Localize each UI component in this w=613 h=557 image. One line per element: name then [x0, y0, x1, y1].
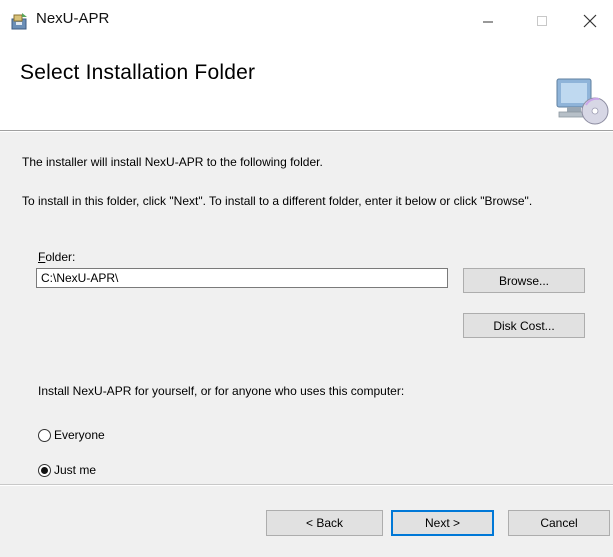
footer-bar: < Back Next > Cancel	[0, 486, 613, 557]
cancel-button[interactable]: Cancel	[508, 510, 610, 536]
maximize-icon[interactable]	[522, 6, 562, 36]
header-banner: Select Installation Folder	[0, 44, 613, 130]
browse-button[interactable]: Browse...	[463, 268, 585, 293]
page-title: Select Installation Folder	[20, 61, 256, 84]
radio-just-me-label: Just me	[54, 463, 97, 477]
instructions-text: To install in this folder, click "Next".…	[22, 194, 533, 208]
content-panel: The installer will install NexU-APR to t…	[0, 132, 613, 484]
radio-circle-checked[interactable]	[38, 463, 51, 477]
close-icon[interactable]	[570, 6, 610, 36]
next-button[interactable]: Next >	[391, 510, 494, 536]
title-bar: NexU-APR	[0, 0, 613, 44]
window-title: NexU-APR	[36, 10, 110, 27]
radio-circle-unchecked[interactable]	[38, 428, 51, 442]
installer-package-icon	[11, 13, 27, 30]
radio-just-me[interactable]: Just me	[38, 463, 96, 477]
intro-text: The installer will install NexU-APR to t…	[22, 155, 323, 169]
folder-label-text: older:	[45, 250, 76, 264]
radio-everyone-label: Everyone	[54, 428, 105, 442]
folder-label: Folder:	[38, 250, 75, 264]
install-for-text: Install NexU-APR for yourself, or for an…	[38, 384, 405, 398]
disk-cost-button[interactable]: Disk Cost...	[463, 313, 585, 338]
back-button[interactable]: < Back	[266, 510, 383, 536]
minimize-icon[interactable]	[468, 6, 508, 36]
computer-disc-icon	[556, 78, 609, 125]
folder-path-input[interactable]	[36, 268, 448, 288]
radio-everyone[interactable]: Everyone	[38, 428, 105, 442]
